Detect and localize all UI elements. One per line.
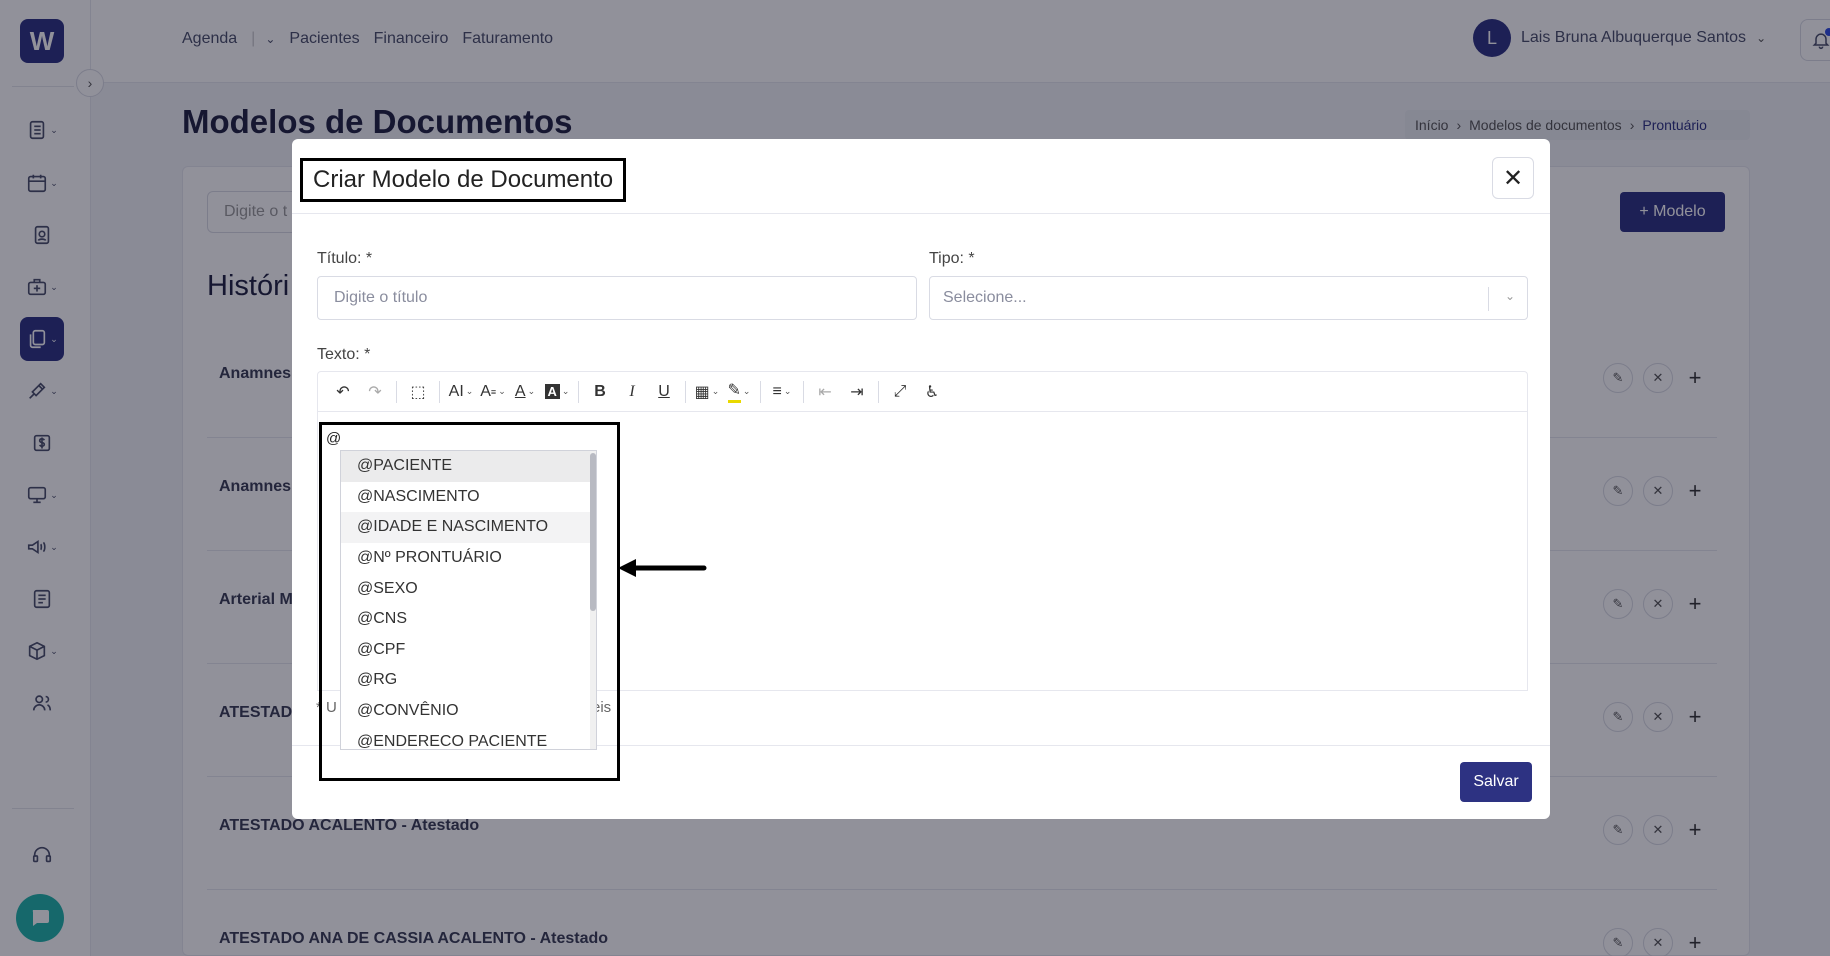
fullscreen-icon[interactable]: ⤢ — [885, 377, 915, 407]
select-all-icon[interactable]: ⬚ — [403, 377, 433, 407]
close-icon: ✕ — [1502, 164, 1524, 192]
font-size-icon[interactable]: AI ⌄ — [446, 377, 476, 407]
toolbar-divider — [396, 380, 397, 403]
toolbar-divider — [685, 380, 686, 403]
select-divider — [1488, 287, 1489, 311]
mention-option[interactable]: @IDADE E NASCIMENTO — [341, 512, 596, 543]
font-color-icon[interactable]: A ⌄ — [510, 377, 540, 407]
toolbar-divider — [439, 380, 440, 403]
mention-option[interactable]: @PACIENTE — [341, 451, 596, 482]
editor-toolbar: ↶ ↷ ⬚ AI ⌄ A ≡ ⌄ A ⌄ A ⌄ B I U ▦ ⌄ ✎ ⌄ ≡ ⌄ ⇤ ⇥ ⤢… — [317, 371, 1528, 411]
accessibility-icon[interactable]: ♿ — [917, 377, 947, 407]
mention-option[interactable]: @CNS — [341, 604, 596, 635]
close-button[interactable]: ✕ — [1492, 157, 1534, 199]
mention-option[interactable]: @ENDERECO PACIENTE — [341, 726, 596, 749]
titulo-label: Título: * — [317, 250, 373, 267]
modal-header: Criar Modelo de Documento ✕ — [292, 139, 1550, 214]
undo-icon[interactable]: ↶ — [328, 377, 358, 407]
mention-option[interactable]: @Nº PRONTUÁRIO — [341, 543, 596, 574]
tipo-select-value: Selecione... — [943, 289, 1027, 306]
italic-icon[interactable]: I — [617, 377, 647, 407]
table-icon[interactable]: ▦ ⌄ — [692, 377, 722, 407]
bold-icon[interactable]: B — [585, 377, 615, 407]
modal-title: Criar Modelo de Documento — [300, 158, 627, 202]
indent-icon[interactable]: ⇥ — [842, 377, 872, 407]
mention-option[interactable]: @SEXO — [341, 573, 596, 604]
outdent-icon[interactable]: ⇤ — [810, 377, 840, 407]
titulo-input[interactable]: Digite o título — [317, 276, 917, 320]
toolbar-divider — [878, 380, 879, 403]
mention-option[interactable]: @CPF — [341, 635, 596, 666]
redo-icon[interactable]: ↷ — [360, 377, 390, 407]
toolbar-divider — [760, 380, 761, 403]
highlight-icon[interactable]: ✎ ⌄ — [724, 377, 754, 407]
tipo-label: Tipo: * — [929, 250, 975, 267]
underline-icon[interactable]: U — [649, 377, 679, 407]
toolbar-divider — [803, 380, 804, 403]
editor-content: @ — [326, 430, 342, 447]
chevron-down-icon: ⌄ — [1504, 289, 1515, 303]
align-icon[interactable]: ≡ ⌄ — [767, 377, 797, 407]
scrollbar-thumb[interactable] — [590, 453, 596, 611]
mention-option[interactable]: @RG — [341, 665, 596, 696]
tipo-select[interactable]: Selecione... ⌄ — [929, 276, 1528, 320]
font-family-icon[interactable]: A ≡ ⌄ — [478, 377, 508, 407]
background-color-icon[interactable]: A ⌄ — [542, 377, 572, 407]
toolbar-divider — [578, 380, 579, 403]
mention-option[interactable]: @NASCIMENTO — [341, 482, 596, 513]
arrow-left-icon — [618, 559, 707, 577]
texto-label: Texto: * — [317, 346, 371, 363]
scrollbar[interactable] — [590, 451, 596, 749]
save-button[interactable]: Salvar — [1460, 762, 1532, 802]
create-template-modal: Criar Modelo de Documento ✕ Título: * Di… — [292, 139, 1550, 819]
mention-option[interactable]: @CONVÊNIO — [341, 696, 596, 727]
mention-dropdown: @PACIENTE @NASCIMENTO @IDADE E NASCIMENT… — [340, 450, 597, 750]
